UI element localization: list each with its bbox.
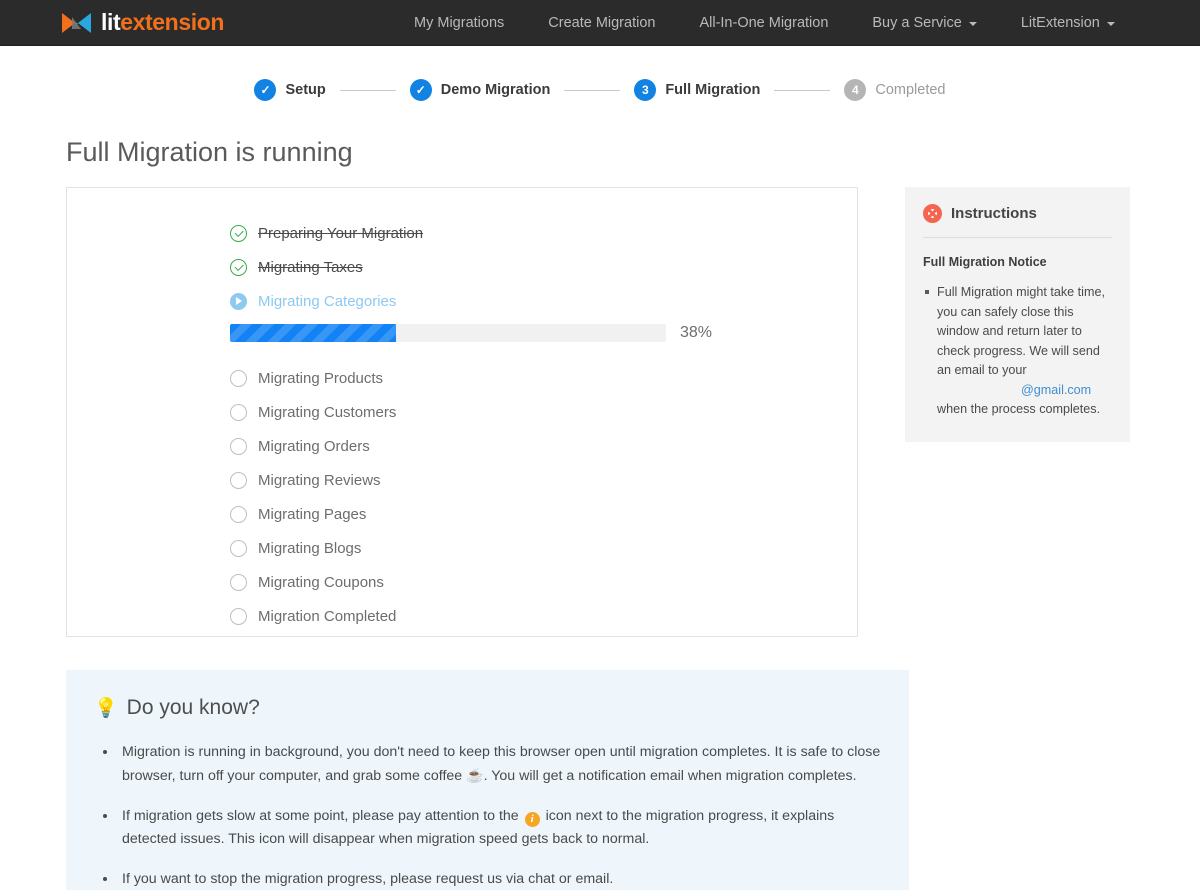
instructions-text-before-email: Full Migration might take time, you can … (937, 285, 1105, 378)
empty-circle-icon (230, 369, 247, 387)
task-row-migrating-reviews: Migrating Reviews (230, 463, 857, 497)
nav-link-label: My Migrations (414, 14, 505, 31)
nav-link-label: Create Migration (548, 14, 656, 31)
migration-progress-card: Preparing Your Migration Migrating Taxes… (66, 187, 858, 637)
instructions-title: Instructions (951, 205, 1037, 222)
task-label: Migrating Blogs (258, 539, 362, 557)
nav-link-label: Buy a Service (872, 14, 962, 31)
nav-link-label: LitExtension (1020, 14, 1100, 31)
instructions-divider (923, 237, 1112, 238)
empty-circle-icon (230, 471, 247, 489)
instructions-list: Full Migration might take time, you can … (923, 283, 1112, 420)
check-circle-icon (230, 258, 247, 276)
instructions-panel: Instructions Full Migration Notice Full … (905, 187, 1130, 442)
tip-text-before: If migration gets slow at some point, pl… (122, 808, 519, 824)
instructions-header: Instructions (923, 204, 1112, 237)
progress-bar-fill (230, 324, 396, 342)
wizard-connector (564, 89, 621, 91)
instructions-text-after-email: when the process completes. (937, 402, 1101, 417)
task-label: Migrating Taxes (258, 258, 363, 276)
task-label: Preparing Your Migration (258, 224, 424, 242)
task-row-migrating-taxes: Migrating Taxes (230, 250, 857, 284)
do-you-know-title: 💡 Do you know? (94, 696, 881, 720)
info-circle-icon: i (524, 812, 540, 828)
nav-link-litextension-account[interactable]: LitExtension (999, 15, 1137, 31)
task-row-migration-completed: Migration Completed (230, 599, 857, 633)
wizard-connector (774, 89, 831, 91)
nav-links: My Migrations Create Migration All-In-On… (392, 15, 1137, 31)
litextension-logo-icon (62, 12, 92, 34)
nav-link-label: All-In-One Migration (699, 14, 829, 31)
wizard-step-setup[interactable]: ✓ Setup (254, 79, 326, 101)
brand-text-extension: extension (120, 9, 225, 35)
step-label: Demo Migration (440, 82, 551, 98)
progress-bar-track (230, 324, 666, 342)
progress-percent-label: 38% (680, 324, 713, 341)
brand-text-lit: lit (101, 9, 121, 35)
migration-task-list: Preparing Your Migration Migrating Taxes… (230, 216, 857, 633)
chevron-down-icon (1106, 21, 1115, 26)
task-label: Migrating Reviews (258, 471, 381, 489)
tips-list: Migration is running in background, you … (94, 741, 881, 890)
task-label: Migrating Products (258, 369, 384, 387)
task-row-preparing-your-migration: Preparing Your Migration (230, 216, 857, 250)
step-marker: ✓ (254, 79, 277, 101)
lightbulb-icon: 💡 (94, 697, 118, 719)
tips-list-item-stop-migration: If you want to stop the migration progre… (118, 868, 881, 890)
task-row-migrating-products: Migrating Products (230, 361, 857, 395)
wizard-connector (339, 89, 396, 91)
main-layout: Preparing Your Migration Migrating Taxes… (0, 187, 1200, 637)
empty-circle-icon (230, 505, 247, 523)
step-marker: 4 (844, 79, 867, 101)
migration-progress-row: 38% (230, 324, 857, 342)
empty-circle-icon (230, 403, 247, 421)
task-row-migrating-coupons: Migrating Coupons (230, 565, 857, 599)
wizard-step-completed: 4 Completed (844, 79, 946, 101)
empty-circle-icon (230, 607, 247, 625)
play-circle-icon (230, 292, 247, 310)
email-link[interactable]: @gmail.com (1021, 383, 1091, 397)
task-row-migrating-pages: Migrating Pages (230, 497, 857, 531)
task-row-migrating-customers: Migrating Customers (230, 395, 857, 429)
task-label: Migrating Categories (258, 292, 397, 310)
check-circle-icon (230, 224, 247, 242)
migration-step-wizard: ✓ Setup ✓ Demo Migration 3 Full Migratio… (0, 79, 1200, 101)
nav-link-create-migration[interactable]: Create Migration (526, 15, 677, 31)
top-navbar: litextension My Migrations Create Migrat… (0, 0, 1200, 46)
wizard-step-full-migration[interactable]: 3 Full Migration (634, 79, 760, 101)
brand-logo[interactable]: litextension (62, 11, 224, 34)
step-label: Setup (285, 82, 326, 98)
task-row-migrating-orders: Migrating Orders (230, 429, 857, 463)
step-marker: 3 (634, 79, 657, 101)
empty-circle-icon (230, 437, 247, 455)
task-label: Migrating Pages (258, 505, 367, 523)
task-label: Migration Completed (258, 607, 397, 625)
tips-list-item-slow-migration: If migration gets slow at some point, pl… (118, 805, 881, 851)
instructions-subtitle: Full Migration Notice (923, 255, 1047, 269)
task-row-migrating-categories: Migrating Categories (230, 284, 857, 318)
do-you-know-title-text: Do you know? (126, 696, 260, 719)
life-ring-icon (923, 204, 942, 223)
task-label: Migrating Customers (258, 403, 397, 421)
chevron-down-icon (968, 21, 977, 26)
empty-circle-icon (230, 539, 247, 557)
tip-text-after: . You will get a notification email when… (483, 768, 857, 784)
wizard-step-demo-migration[interactable]: ✓ Demo Migration (409, 79, 551, 101)
empty-circle-icon (230, 573, 247, 591)
nav-link-buy-a-service[interactable]: Buy a Service (850, 15, 998, 31)
tips-list-item-background: Migration is running in background, you … (118, 741, 881, 788)
instructions-list-item: Full Migration might take time, you can … (925, 283, 1112, 420)
page-title: Full Migration is running (66, 137, 353, 167)
task-label: Migrating Orders (258, 437, 370, 455)
nav-link-all-in-one-migration[interactable]: All-In-One Migration (677, 15, 850, 31)
tip-text-before: If you want to stop the migration progre… (122, 871, 614, 887)
step-label: Completed (875, 82, 946, 98)
do-you-know-panel: 💡 Do you know? Migration is running in b… (66, 670, 909, 890)
coffee-icon: ☕ (466, 767, 484, 783)
step-label: Full Migration (665, 82, 761, 98)
nav-link-my-migrations[interactable]: My Migrations (392, 15, 526, 31)
task-row-migrating-blogs: Migrating Blogs (230, 531, 857, 565)
step-marker: ✓ (409, 79, 432, 101)
task-label: Migrating Coupons (258, 573, 384, 591)
